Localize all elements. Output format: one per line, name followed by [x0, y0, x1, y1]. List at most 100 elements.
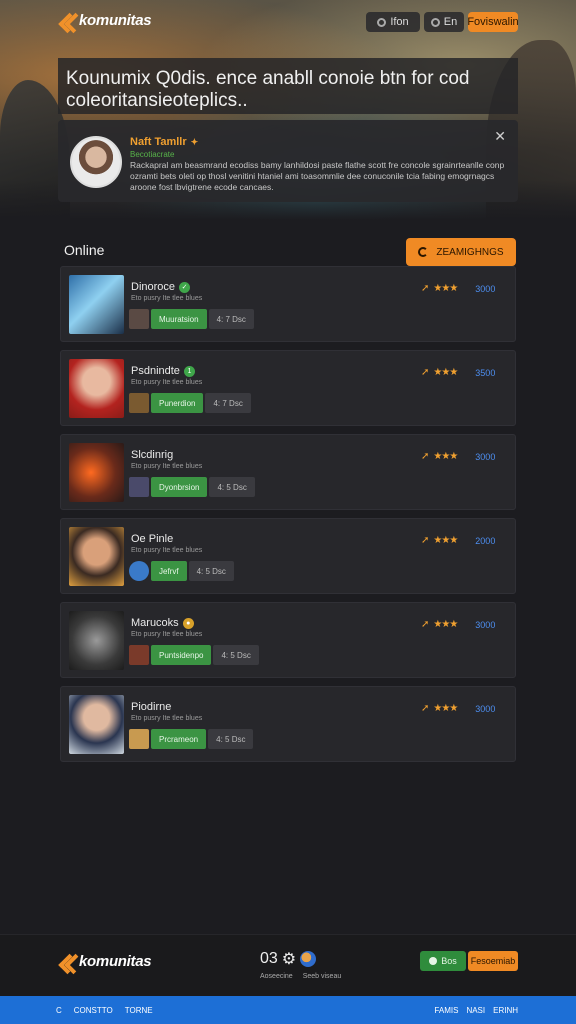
rating: ➚ ★★★ 3000 [421, 703, 495, 714]
bottom-link-d[interactable]: NASI [466, 1006, 485, 1015]
cta-button[interactable]: Foviswalin [467, 12, 519, 32]
avatar [129, 729, 149, 749]
logo-chevron-icon [58, 954, 76, 970]
status-badge[interactable]: Prcrameon [151, 729, 207, 749]
row-subtitle: Eto pusry Ite tlee blues [131, 715, 203, 722]
rating: ➚ ★★★ 3000 [421, 283, 495, 294]
avatar [129, 561, 149, 581]
footer-label-a[interactable]: Aoseecine [260, 973, 293, 980]
row-subtitle: Eto pusry Ite tlee blues [131, 463, 203, 470]
avatar [129, 309, 149, 329]
gear-icon[interactable]: ⚙ [282, 949, 296, 969]
rating: ➚ ★★★ 2000 [421, 535, 495, 546]
status-badge[interactable]: Jefrvf [151, 561, 187, 581]
list-item[interactable]: Oe Pinle Eto pusry Ite tlee blues Jefrvf… [60, 518, 516, 594]
bottom-link-a[interactable]: CONSTTO [74, 1006, 113, 1015]
login-label: Ifon [390, 16, 409, 28]
profile-description: Rackapral am beasmrand ecodiss bamy lanh… [130, 160, 505, 192]
bottom-c[interactable]: C [56, 1006, 62, 1015]
footer-logo[interactable]: komunitas [58, 953, 152, 970]
list-item[interactable]: Psdnindte 1 Eto pusry Ite tlee blues Pun… [60, 350, 516, 426]
stars-icon: ★★★ [433, 283, 458, 294]
avatar [129, 393, 149, 413]
list-item[interactable]: Piodirne Eto pusry Ite tlee blues Prcram… [60, 686, 516, 762]
section-title: Online [64, 242, 105, 258]
avatar[interactable] [70, 136, 122, 188]
bottom-bar: C CONSTTO TORNE FAMIS NASI ERINH [0, 996, 576, 1024]
rank-icon: ➚ [421, 367, 430, 378]
footer-orange-button[interactable]: Fesoemiab [468, 951, 518, 971]
row-subtitle: Eto pusry Ite tlee blues [131, 295, 203, 302]
profile-card: Naft Tamllr ✦ Becotiacrate Rackapral am … [58, 120, 518, 202]
row-name: Marucoks ● [131, 617, 194, 629]
thumbnail [69, 527, 124, 586]
status-badge[interactable]: Dyonbrsion [151, 477, 208, 497]
profile-name[interactable]: Naft Tamllr ✦ [130, 136, 198, 148]
bottom-link-b[interactable]: TORNE [125, 1006, 153, 1015]
count-badge: 4: 5 Dsc [208, 729, 254, 749]
check-badge-icon: ✓ [179, 281, 191, 293]
lock-badge-icon: ● [182, 617, 194, 629]
logo[interactable]: komunitas [58, 12, 152, 29]
check-badge-icon: 1 [183, 365, 195, 377]
row-name: Slcdinrig [131, 449, 173, 461]
count-badge: 4: 7 Dsc [208, 309, 254, 329]
row-name: Dinoroce ✓ [131, 281, 191, 293]
verified-icon: ✦ [190, 136, 199, 147]
refresh-button[interactable]: ZEAMIGHNGS [406, 238, 516, 266]
hero-banner: komunitas Ifon En Foviswalin Kounumix Q0… [0, 0, 576, 220]
row-subtitle: Eto pusry Ite tlee blues [131, 379, 203, 386]
row-subtitle: Eto pusry Ite tlee blues [131, 547, 203, 554]
globe-icon[interactable] [300, 951, 317, 967]
footer-labels: Aoseecine Seeb viseau [260, 973, 341, 980]
score: 2000 [475, 535, 496, 546]
footer-label-b[interactable]: Seeb viseau [303, 973, 342, 980]
language-button[interactable]: En [424, 12, 464, 32]
row-tags: Dyonbrsion 4: 5 Dsc [129, 477, 255, 497]
list-item[interactable]: Slcdinrig Eto pusry Ite tlee blues Dyonb… [60, 434, 516, 510]
footer-icons: 03 ⚙ [260, 949, 341, 969]
row-tags: Punerdion 4: 7 Dsc [129, 393, 251, 413]
row-name: Oe Pinle [131, 533, 173, 545]
announcement-headline: Kounumix Q0dis. ence anabll conoie btn f… [58, 58, 518, 114]
row-name: Piodirne [131, 701, 171, 713]
player-list: Dinoroce ✓ Eto pusry Ite tlee blues Muur… [60, 266, 516, 770]
logo-text: komunitas [79, 12, 152, 29]
profile-role: Becotiacrate [130, 150, 175, 159]
row-tags: Prcrameon 4: 5 Dsc [129, 729, 254, 749]
footer-green-button[interactable]: Bos [420, 951, 466, 971]
score: 3000 [475, 283, 496, 294]
rating: ➚ ★★★ 3000 [421, 619, 495, 630]
rank-icon: ➚ [421, 619, 430, 630]
count-badge: 4: 5 Dsc [213, 645, 259, 665]
logo-chevron-icon [58, 13, 76, 29]
row-name: Psdnindte 1 [131, 365, 195, 377]
login-button[interactable]: Ifon [366, 12, 420, 32]
row-name-text: Psdnindte [131, 365, 180, 377]
list-item[interactable]: Marucoks ● Eto pusry Ite tlee blues Punt… [60, 602, 516, 678]
refresh-label: ZEAMIGHNGS [436, 246, 504, 258]
score: 3500 [475, 367, 496, 378]
user-icon [377, 17, 387, 27]
stars-icon: ★★★ [433, 703, 458, 714]
count-badge: 4: 7 Dsc [205, 393, 251, 413]
bottom-link-c[interactable]: FAMIS [434, 1006, 458, 1015]
logo-text: komunitas [79, 953, 152, 970]
row-name-text: Piodirne [131, 701, 172, 713]
status-badge[interactable]: Puntsidenpo [151, 645, 212, 665]
rank-icon: ➚ [421, 451, 430, 462]
score: 3000 [475, 619, 496, 630]
score: 3000 [475, 703, 496, 714]
status-badge[interactable]: Muuratsion [151, 309, 207, 329]
score: 3000 [475, 451, 496, 462]
close-icon[interactable]: ✕ [494, 128, 506, 145]
globe-icon [430, 17, 440, 27]
bottom-right-links: FAMIS NASI ERINH [434, 1006, 518, 1015]
status-badge[interactable]: Punerdion [151, 393, 204, 413]
row-tags: Puntsidenpo 4: 5 Dsc [129, 645, 259, 665]
profile-name-text: Naft Tamllr [130, 136, 187, 148]
footer-count: 03 [260, 950, 278, 967]
bottom-link-e[interactable]: ERINH [493, 1006, 518, 1015]
list-item[interactable]: Dinoroce ✓ Eto pusry Ite tlee blues Muur… [60, 266, 516, 342]
thumbnail [69, 611, 124, 670]
